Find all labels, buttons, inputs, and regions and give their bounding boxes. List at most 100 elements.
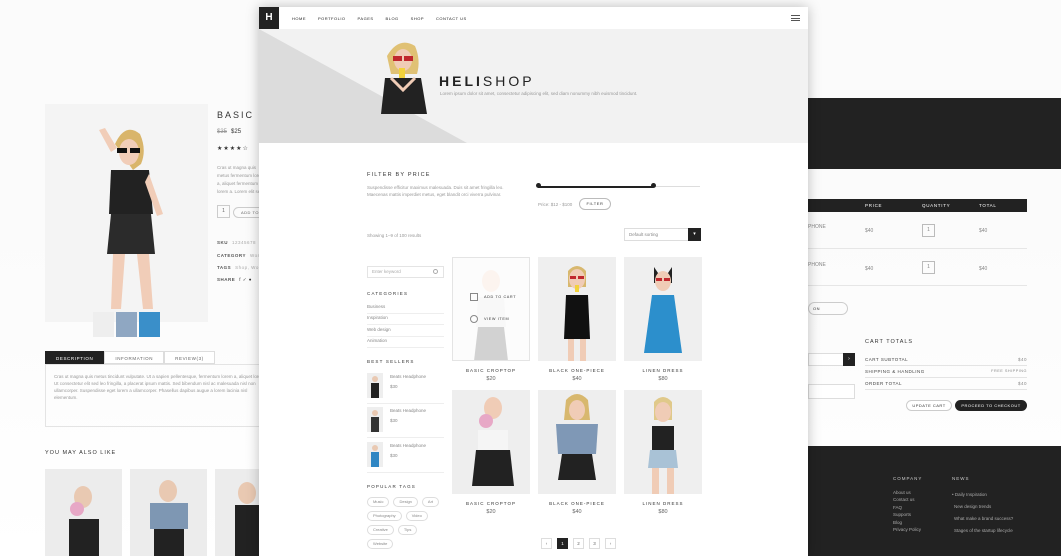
footer-news-link[interactable]: • Daily Inspiration [952, 492, 987, 497]
product-detail-page: BASIC C $35 $25 ★★★★☆ Cras ut magna quis … [0, 0, 300, 556]
tag[interactable]: Creative [367, 525, 394, 535]
prev-page-button[interactable]: ‹ [541, 538, 552, 549]
site-footer: COMPANY About us Contact us FAQ Supports… [808, 446, 1061, 556]
filter-button[interactable]: FILTER [579, 198, 611, 210]
product-card[interactable]: LINEN DRESS $80 [624, 390, 702, 515]
product-name[interactable]: BLACK ONE-PIECE [538, 368, 616, 373]
share-icons[interactable]: f ✓ ● [239, 277, 252, 282]
cart-row: PHONE $40 1 $40 [808, 249, 1027, 286]
product-card[interactable]: BASIC CROPTOP $20 [452, 390, 530, 515]
related-title: YOU MAY ALSO LIKE [45, 450, 117, 456]
view-item-link[interactable]: VIEW ITEM [470, 315, 509, 323]
nav-contact[interactable]: CONTACT US [436, 16, 467, 21]
product-price: $20 [486, 376, 496, 382]
product-name[interactable]: BASIC CROPTOP [452, 501, 530, 506]
shipping-input[interactable] [808, 384, 855, 399]
next-page-button[interactable]: › [605, 538, 616, 549]
nav-home[interactable]: HOME [292, 16, 306, 21]
nav-menu: HOME PORTFOLIO PAGES BLOG SHOP CONTACT U… [292, 16, 467, 21]
add-to-cart-link[interactable]: ADD TO CART [470, 293, 516, 301]
cart-quantity[interactable]: 1 [922, 224, 935, 237]
update-cart-button[interactable]: UPDATE CART [906, 400, 952, 411]
product-price: $80 [658, 509, 668, 515]
product-photo [45, 104, 208, 322]
footer-link[interactable]: FAQ [893, 505, 902, 510]
apply-coupon-button[interactable]: ON [808, 302, 848, 315]
product-card[interactable]: BLACK ONE-PIECE $40 [538, 390, 616, 515]
product-price: $35 $25 [217, 129, 241, 135]
footer-news-link[interactable]: What make a brand success? [954, 516, 1013, 521]
tab-description[interactable]: DESCRIPTION [45, 351, 105, 364]
page-button[interactable]: 1 [557, 538, 568, 549]
product-image[interactable] [624, 257, 702, 361]
footer-link[interactable]: About us [893, 490, 911, 495]
thumbnail[interactable] [93, 312, 114, 337]
page-button[interactable]: 3 [589, 538, 600, 549]
thumbnail[interactable] [139, 312, 160, 337]
related-products [45, 469, 285, 556]
price-slider-min-handle[interactable] [535, 183, 541, 188]
product-name[interactable]: LINEN DRESS [624, 501, 702, 506]
related-product[interactable] [45, 469, 122, 556]
nav-shop[interactable]: SHOP [411, 16, 424, 21]
hero-title: HELISHOP [439, 73, 535, 89]
tag[interactable]: Video [405, 511, 428, 521]
coupon-submit-button[interactable]: › [843, 353, 855, 366]
category-link[interactable]: Inspiration [367, 313, 444, 325]
best-seller-item[interactable]: Beats Headphone $30 [367, 439, 444, 473]
footer-news-link[interactable]: Stages of the startup lifecycle [954, 528, 1013, 533]
hero-model-image [381, 42, 427, 114]
nav-portfolio[interactable]: PORTFOLIO [318, 16, 346, 21]
mockup-stage: BASIC C $35 $25 ★★★★☆ Cras ut magna quis … [0, 0, 1061, 556]
product-image[interactable]: ADD TO CART VIEW ITEM [452, 257, 530, 361]
search-icon[interactable] [433, 269, 438, 274]
sort-dropdown-icon[interactable]: ▾ [688, 228, 701, 241]
best-seller-item[interactable]: Beats Headphone $30 [367, 370, 444, 404]
tag[interactable]: Design [393, 497, 418, 507]
product-card[interactable]: BLACK ONE-PIECE $40 [538, 257, 616, 382]
tag[interactable]: Art [421, 497, 440, 507]
product-thumbnails [93, 312, 160, 337]
product-card[interactable]: LINEN DRESS $80 [624, 257, 702, 382]
footer-news-link[interactable]: New design trends [954, 504, 991, 509]
search-icon [470, 315, 478, 323]
product-image[interactable] [538, 390, 616, 494]
price-slider-max-handle[interactable] [650, 183, 656, 188]
footer-link[interactable]: Contact us [893, 497, 915, 502]
tab-reviews[interactable]: REVIEW(3) [164, 351, 215, 364]
footer-news-title: NEWS [952, 476, 970, 481]
related-product[interactable] [130, 469, 207, 556]
tag[interactable]: Music [367, 497, 390, 507]
product-image[interactable] [538, 257, 616, 361]
checkout-button[interactable]: PROCEED TO CHECKOUT [955, 400, 1027, 411]
category-link[interactable]: Web design [367, 325, 444, 337]
categories-title: CATEGORIES [367, 291, 409, 296]
footer-link[interactable]: Privacy Policy [893, 527, 921, 532]
product-card[interactable]: ADD TO CART VIEW ITEM BASIC CROPTOP $20 [452, 257, 530, 382]
footer-link[interactable]: Blog [893, 520, 902, 525]
product-image[interactable] [624, 390, 702, 494]
product-image[interactable] [452, 390, 530, 494]
category-link[interactable]: Animation [367, 336, 444, 348]
best-seller-item[interactable]: Beats Headphone $30 [367, 404, 444, 438]
product-name[interactable]: LINEN DRESS [624, 368, 702, 373]
popular-tags-title: POPULAR TAGS [367, 484, 416, 489]
nav-pages[interactable]: PAGES [358, 16, 374, 21]
tag[interactable]: Photography [367, 511, 402, 521]
product-name[interactable]: BLACK ONE-PIECE [538, 501, 616, 506]
quantity-field[interactable]: 1 [217, 205, 230, 218]
menu-icon[interactable] [791, 15, 800, 23]
tag[interactable]: Tips [397, 525, 418, 535]
cart-quantity[interactable]: 1 [922, 261, 935, 274]
product-name[interactable]: BASIC CROPTOP [452, 368, 530, 373]
thumbnail[interactable] [116, 312, 137, 337]
tag[interactable]: Website [367, 539, 394, 549]
page-button[interactable]: 2 [573, 538, 584, 549]
tab-information[interactable]: INFORMATION [104, 351, 165, 364]
nav-blog[interactable]: BLOG [386, 16, 399, 21]
category-link[interactable]: Business [367, 302, 444, 314]
product-price: $40 [572, 509, 582, 515]
footer-link[interactable]: Supports [893, 512, 911, 517]
site-logo[interactable]: H [259, 7, 279, 29]
order-total-row: ORDER TOTAL $40 [865, 378, 1027, 390]
